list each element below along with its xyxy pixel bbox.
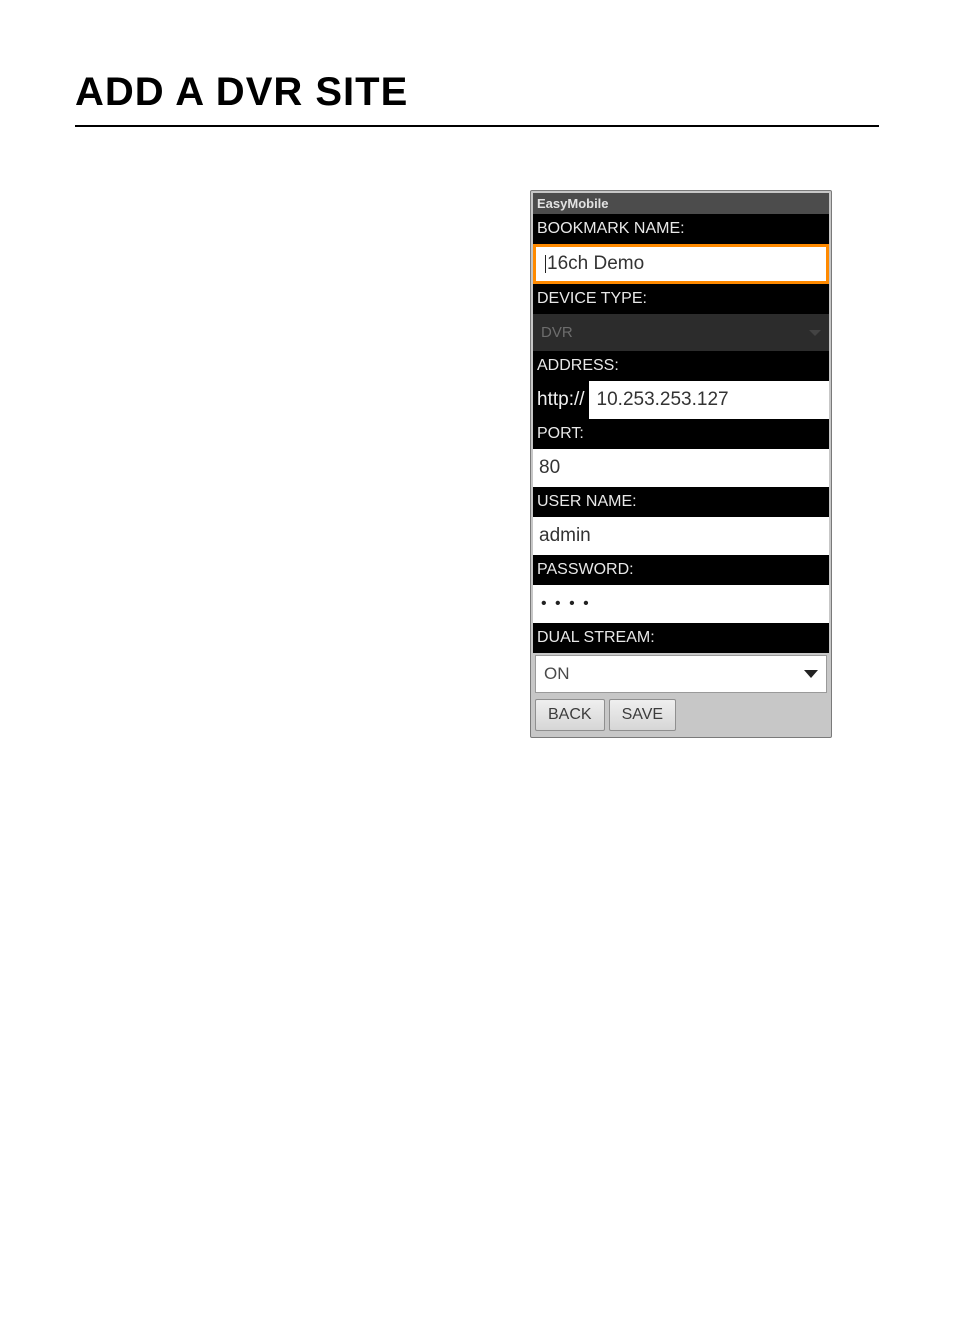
document-page: ADD A DVR SITE EasyMobile BOOKMARK NAME:… bbox=[0, 0, 954, 1336]
form-area: BOOKMARK NAME: 16ch Demo DEVICE TYPE: DV… bbox=[533, 214, 829, 653]
address-input[interactable] bbox=[589, 381, 829, 419]
address-prefix: http:// bbox=[533, 381, 589, 419]
page-title: ADD A DVR SITE bbox=[75, 70, 879, 115]
username-input-wrap bbox=[533, 517, 829, 555]
app-title-bar: EasyMobile bbox=[533, 193, 829, 214]
dualstream-label: DUAL STREAM: bbox=[533, 623, 829, 653]
password-input[interactable]: • • • • bbox=[533, 585, 829, 623]
username-label: USER NAME: bbox=[533, 487, 829, 517]
username-input[interactable] bbox=[533, 517, 829, 555]
port-input[interactable] bbox=[533, 449, 829, 487]
title-divider bbox=[75, 125, 879, 127]
dualstream-select[interactable]: ON bbox=[535, 655, 827, 693]
chevron-down-icon bbox=[809, 330, 821, 336]
password-input-wrap: • • • • bbox=[533, 585, 829, 623]
phone-screenshot: EasyMobile BOOKMARK NAME: 16ch Demo DEVI… bbox=[530, 190, 832, 738]
address-row: http:// bbox=[533, 381, 829, 419]
port-input-wrap bbox=[533, 449, 829, 487]
bookmark-name-input-wrap: 16ch Demo bbox=[533, 244, 829, 284]
password-label: PASSWORD: bbox=[533, 555, 829, 585]
bookmark-name-label: BOOKMARK NAME: bbox=[533, 214, 829, 244]
address-label: ADDRESS: bbox=[533, 351, 829, 381]
device-type-select[interactable]: DVR bbox=[533, 314, 829, 351]
device-type-value: DVR bbox=[541, 324, 573, 341]
port-label: PORT: bbox=[533, 419, 829, 449]
save-button[interactable]: SAVE bbox=[609, 699, 677, 731]
address-input-wrap bbox=[589, 381, 829, 419]
bookmark-name-value: 16ch Demo bbox=[547, 253, 644, 274]
dualstream-value: ON bbox=[544, 664, 570, 684]
text-caret-icon bbox=[545, 255, 546, 273]
button-row: BACK SAVE bbox=[533, 695, 829, 735]
back-button[interactable]: BACK bbox=[535, 699, 605, 731]
device-type-label: DEVICE TYPE: bbox=[533, 284, 829, 314]
phone-inner: EasyMobile BOOKMARK NAME: 16ch Demo DEVI… bbox=[533, 193, 829, 735]
chevron-down-icon bbox=[804, 670, 818, 678]
bookmark-name-input[interactable]: 16ch Demo bbox=[536, 247, 826, 281]
